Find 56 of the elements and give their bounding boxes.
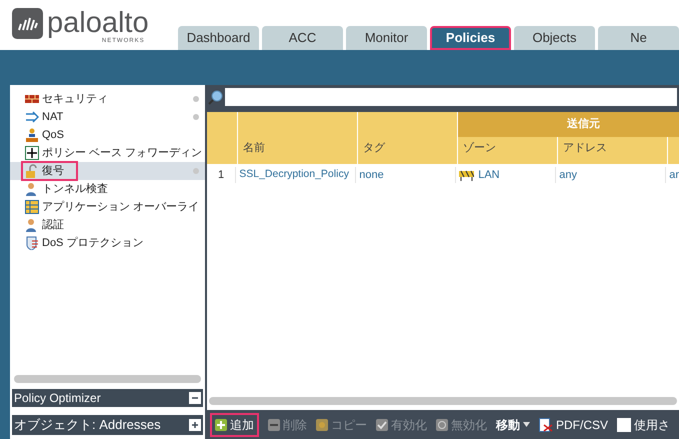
table-cell: any: [556, 166, 666, 184]
checkbox[interactable]: [617, 418, 632, 432]
user-icon: [25, 182, 39, 196]
column-header: ゾーン: [458, 137, 558, 164]
toolbar-button[interactable]: PDF/CSV: [539, 412, 608, 436]
sidebar-item[interactable]: QoS: [10, 126, 205, 144]
plus-icon: [215, 418, 227, 430]
row-number: 1: [207, 166, 236, 184]
nav-tab[interactable]: ACC: [262, 26, 343, 50]
nav-tab[interactable]: Monitor: [346, 26, 427, 50]
copy-icon: [316, 418, 328, 430]
sidebar-item[interactable]: 復号: [10, 162, 205, 180]
sidebar-item[interactable]: トンネル検査: [10, 180, 205, 198]
minus-icon: [268, 418, 280, 430]
logo-wordmark: paloalto: [47, 8, 149, 38]
nav-tab[interactable]: Objects: [514, 26, 595, 50]
sidebar-item[interactable]: NAT: [10, 108, 205, 126]
sidebar-item[interactable]: DoS プロテクション: [10, 234, 205, 252]
toolbar-button[interactable]: 移動: [496, 412, 530, 436]
sidebar-item[interactable]: アプリケーション オーバーライ: [10, 198, 205, 216]
barrier-icon: [459, 170, 474, 180]
brick-wall-icon: [25, 92, 39, 106]
nav-tab[interactable]: Policies: [430, 26, 511, 50]
sidebar-item[interactable]: ポリシー ベース フォワーディン: [10, 144, 205, 162]
caret-icon: [523, 422, 530, 427]
table-cell: none: [356, 166, 456, 184]
search-field[interactable]: [225, 88, 677, 106]
panel-header[interactable]: Policy Optimizer: [12, 389, 203, 407]
person-icon: [25, 128, 39, 142]
padlock-icon: [25, 164, 39, 178]
sidebar-item[interactable]: 認証: [10, 216, 205, 234]
collapse-icon[interactable]: [189, 392, 201, 404]
document-icon: [539, 418, 553, 432]
scrollbar[interactable]: [14, 375, 201, 383]
arrows-icon: [25, 110, 39, 124]
check-icon: [376, 418, 388, 430]
search-icon: [208, 90, 223, 104]
logo-icon: [12, 8, 43, 39]
scrollbar[interactable]: [209, 397, 677, 405]
nav-tab[interactable]: Dashboard: [178, 26, 259, 50]
user-icon: [25, 218, 39, 232]
table-cell-text: LAN: [478, 168, 500, 183]
sidebar-item[interactable]: セキュリティ: [10, 90, 205, 108]
policy-name-link[interactable]: SSL_Decryption_Policy: [236, 167, 356, 183]
column-header: 名前: [238, 112, 358, 164]
table-icon: [25, 200, 39, 214]
column-header: アドレス: [558, 137, 668, 164]
shield-icon: [25, 236, 39, 250]
toolbar-button[interactable]: 追加: [210, 412, 259, 436]
nav-tab[interactable]: Ne: [598, 26, 679, 50]
table-cell-text: ar: [668, 168, 679, 183]
column-group-header: 送信元: [458, 112, 679, 137]
expand-icon[interactable]: [189, 419, 201, 431]
filter-option[interactable]: 使用さ: [617, 412, 670, 436]
panel-header[interactable]: オブジェクト: Addresses: [12, 415, 203, 435]
no-entry-icon: [436, 418, 448, 430]
